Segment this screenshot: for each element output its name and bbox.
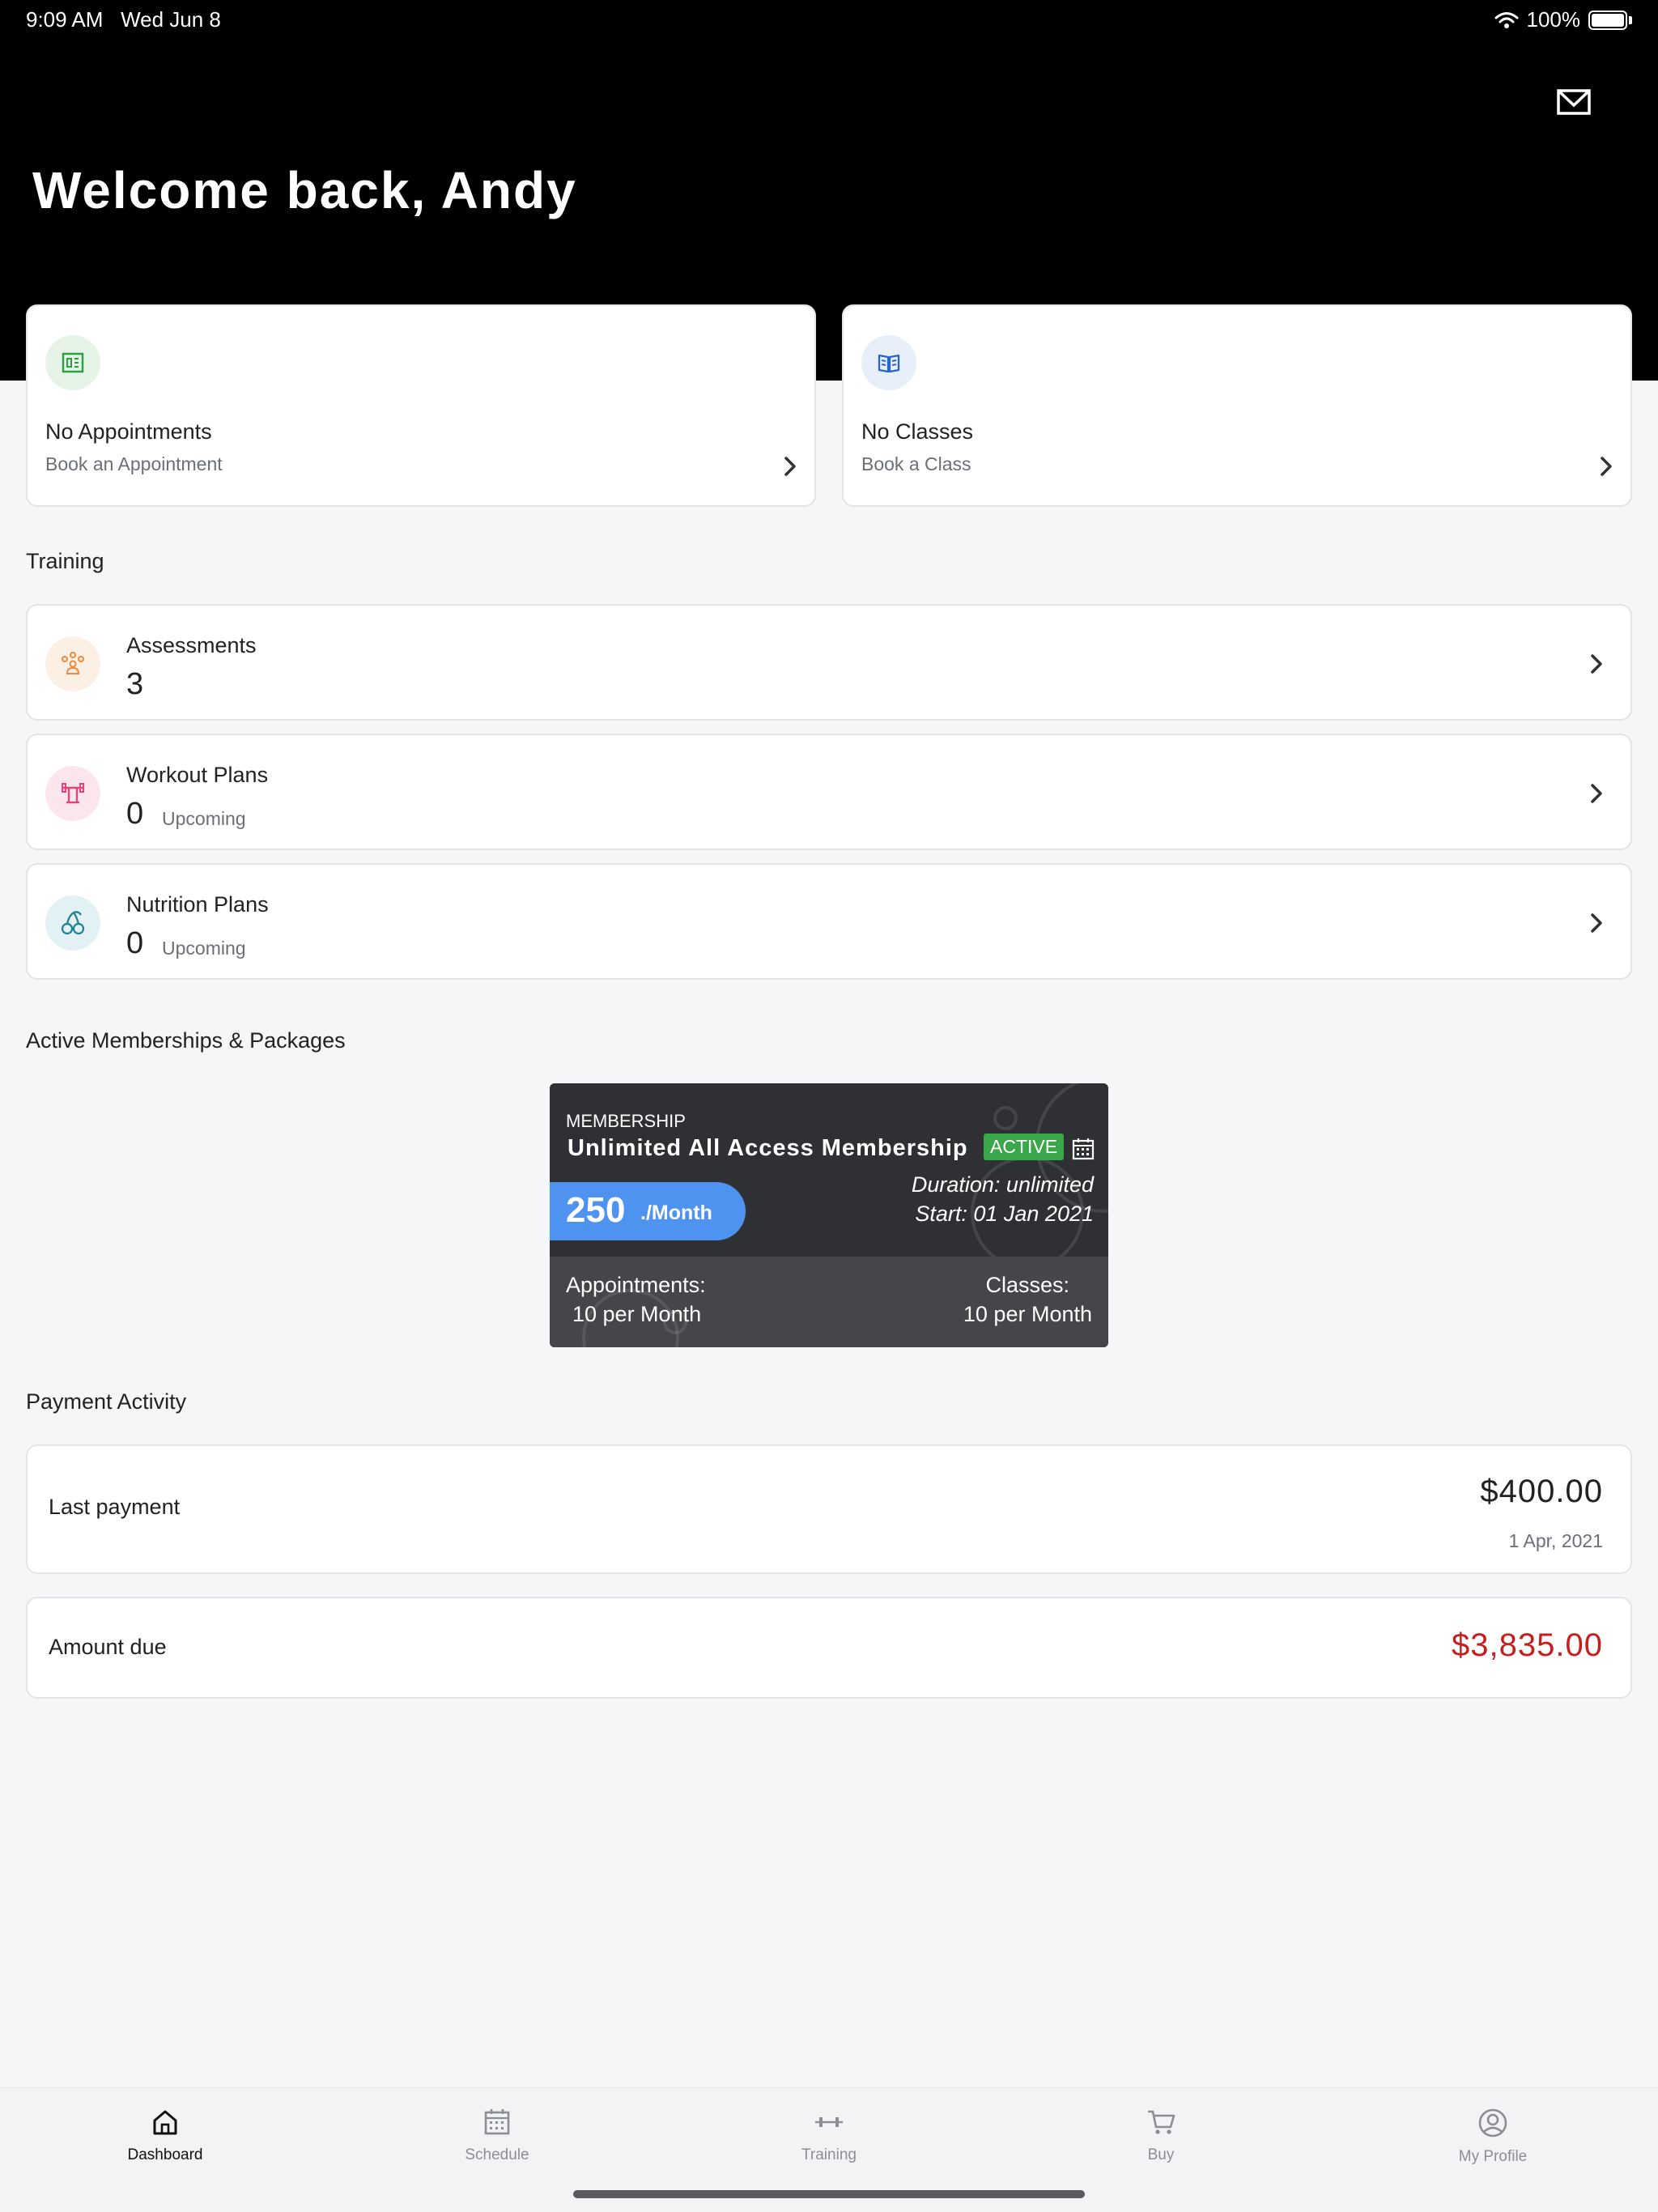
- last-payment-amount: $400.00: [1480, 1474, 1603, 1509]
- tab-schedule[interactable]: Schedule: [400, 2108, 594, 2172]
- price-period: ./Month: [640, 1202, 712, 1224]
- appointments-title: No Appointments: [45, 419, 212, 444]
- membership-classes-label: Classes:: [985, 1273, 1069, 1297]
- chevron-right-icon: [784, 457, 796, 476]
- tab-training[interactable]: Training: [732, 2108, 926, 2172]
- assessments-count: 3: [126, 667, 144, 701]
- cherries-icon: [45, 895, 100, 951]
- nutrition-plans-title: Nutrition Plans: [126, 892, 269, 917]
- membership-type: MEMBERSHIP: [566, 1111, 686, 1131]
- tab-label: Training: [801, 2146, 857, 2163]
- mail-icon[interactable]: [1556, 87, 1592, 117]
- assessments-row[interactable]: Assessments 3: [26, 604, 1632, 721]
- membership-duration: Duration: unlimited: [911, 1172, 1094, 1197]
- nutrition-plans-sub: Upcoming: [162, 938, 246, 959]
- status-clock: 9:09 AM: [26, 7, 104, 32]
- dumbbell-icon: [45, 766, 100, 821]
- home-icon: [153, 2110, 177, 2135]
- tab-my-profile[interactable]: My Profile: [1396, 2108, 1590, 2172]
- calendar-icon: [484, 2109, 510, 2135]
- last-payment-card[interactable]: Last payment $400.00 1 Apr, 2021: [26, 1444, 1632, 1574]
- training-section-title: Training: [26, 549, 104, 573]
- workout-plans-title: Workout Plans: [126, 763, 269, 787]
- workout-plans-count: 0: [126, 797, 144, 831]
- appointments-card[interactable]: No Appointments Book an Appointment: [26, 304, 816, 507]
- last-payment-date: 1 Apr, 2021: [1508, 1530, 1603, 1551]
- battery-nub: [1629, 15, 1632, 24]
- last-payment-label: Last payment: [49, 1495, 181, 1519]
- nutrition-plans-count: 0: [126, 926, 144, 960]
- price-pill: 250 ./Month: [550, 1182, 746, 1240]
- user-circle-icon: [1478, 2108, 1507, 2138]
- classes-icon: [861, 335, 916, 390]
- chevron-right-icon: [1591, 913, 1602, 933]
- workout-plans-sub: Upcoming: [162, 808, 246, 829]
- tab-label: My Profile: [1458, 2148, 1528, 2165]
- amount-due-card[interactable]: Amount due $3,835.00: [26, 1597, 1632, 1699]
- tab-label: Buy: [1147, 2146, 1175, 2163]
- battery-percent: 100%: [1526, 7, 1581, 32]
- membership-decoration: [993, 1106, 1018, 1130]
- tab-label: Dashboard: [127, 2146, 203, 2163]
- memberships-section-title: Active Memberships & Packages: [26, 1028, 346, 1053]
- status-bar: 9:09 AM Wed Jun 8 100%: [0, 0, 1658, 39]
- calendar-icon[interactable]: [1071, 1137, 1095, 1161]
- status-date: Wed Jun 8: [121, 7, 221, 32]
- tab-label: Schedule: [465, 2146, 529, 2163]
- wifi-icon: [1494, 11, 1518, 28]
- assessments-icon: [45, 636, 100, 691]
- membership-card[interactable]: MEMBERSHIP Unlimited All Access Membersh…: [550, 1083, 1108, 1347]
- workout-plans-row[interactable]: Workout Plans 0 Upcoming: [26, 734, 1632, 850]
- assessments-title: Assessments: [126, 633, 257, 657]
- chevron-right-icon: [1591, 654, 1602, 674]
- status-time: 9:09 AM Wed Jun 8: [26, 7, 221, 32]
- book-appointment-link[interactable]: Book an Appointment: [45, 453, 223, 475]
- tab-buy[interactable]: Buy: [1064, 2108, 1258, 2172]
- membership-classes-value: 10 per Month: [963, 1302, 1092, 1326]
- chevron-right-icon: [1601, 457, 1612, 476]
- book-class-link[interactable]: Book a Class: [861, 453, 971, 475]
- cart-icon: [1148, 2110, 1175, 2134]
- classes-title: No Classes: [861, 419, 974, 444]
- home-indicator[interactable]: [573, 2190, 1085, 2198]
- welcome-heading: Welcome back, Andy: [32, 161, 577, 219]
- membership-appointments-label: Appointments:: [566, 1273, 706, 1297]
- dumbbell-icon: [815, 2117, 843, 2127]
- status-indicators: 100%: [1494, 7, 1632, 32]
- tab-dashboard[interactable]: Dashboard: [68, 2108, 262, 2172]
- membership-name: Unlimited All Access Membership: [568, 1135, 968, 1161]
- amount-due-label: Amount due: [49, 1635, 167, 1659]
- payments-section-title: Payment Activity: [26, 1389, 187, 1414]
- classes-card[interactable]: No Classes Book a Class: [842, 304, 1632, 507]
- nutrition-plans-row[interactable]: Nutrition Plans 0 Upcoming: [26, 863, 1632, 980]
- battery-icon: [1588, 10, 1627, 30]
- appointments-icon: [45, 335, 100, 390]
- amount-due-value: $3,835.00: [1452, 1627, 1603, 1663]
- status-badge: ACTIVE: [984, 1134, 1065, 1160]
- price-amount: 250: [566, 1190, 626, 1230]
- chevron-right-icon: [1591, 784, 1602, 803]
- membership-appointments-value: 10 per Month: [572, 1302, 702, 1326]
- membership-start: Start: 01 Jan 2021: [915, 1202, 1094, 1226]
